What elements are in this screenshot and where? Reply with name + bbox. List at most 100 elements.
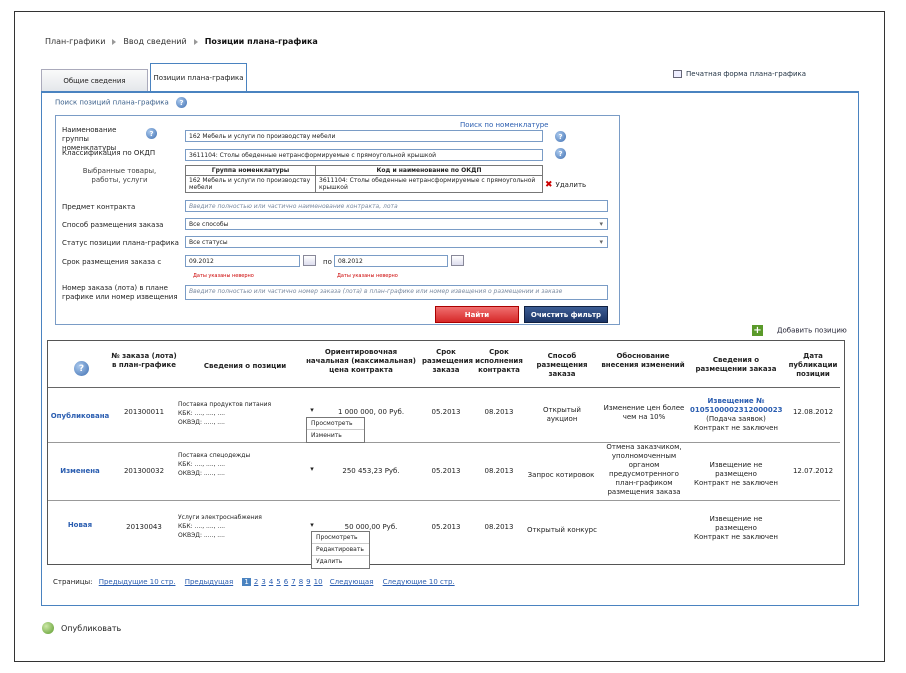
prev-link[interactable]: Предыдущая [185,578,233,586]
page-link[interactable]: 3 [261,578,265,586]
okdp-field[interactable]: 3611104: Столы обеденные нетрансформируе… [185,149,543,161]
row-context-menu: Просмотреть Редактировать Удалить [311,531,370,569]
row-date: 12.07.2012 [792,467,834,475]
calendar-icon[interactable] [303,255,316,266]
row-status[interactable]: Опубликована [50,412,110,421]
order-input[interactable]: Введите полностью или частично номер зак… [185,285,608,300]
status-label: Статус позиции плана-графика [62,239,179,247]
menu-item-edit[interactable]: Редактировать [312,544,369,556]
row-term: 05.2013 [431,408,461,416]
term-label: Срок размещения заказа с [62,258,162,266]
clear-filter-button[interactable]: Очистить фильтр [524,306,608,323]
next-10-link[interactable]: Следующие 10 стр. [383,578,455,586]
okdp-label: Классификация по ОКДП [62,149,156,157]
row-method: Открытый аукцион [543,406,581,423]
page-link[interactable]: 4 [269,578,273,586]
publish-button[interactable]: Опубликовать [42,622,121,634]
row-reason: Отмена заказчиком, уполномоченным органо… [606,443,682,496]
breadcrumb-item[interactable]: План-графики [45,37,105,46]
tab-general[interactable]: Общие сведения [41,69,148,92]
printer-icon [673,70,682,78]
column-header: Ориентировочная начальная (максимальная)… [306,348,416,374]
add-position-button[interactable]: + Добавить позицию [752,325,847,336]
row-menu-toggle[interactable]: ▾ [308,521,316,530]
method-label: Способ размещения заказа [62,221,164,229]
print-form-label: Печатная форма плана-графика [686,70,807,78]
chevron-right-icon [112,38,117,45]
row-placement: Извещение не размещено Контракт не заключ… [690,461,782,488]
help-icon[interactable]: ? [555,148,566,159]
term-from-input[interactable]: 09.2012 [185,255,300,267]
delete-label: Удалить [555,181,587,189]
pagination: Страницы: Предыдущие 10 стр. Предыдущая … [53,578,458,586]
menu-item-view[interactable]: Просмотреть [307,418,364,430]
row-divider [48,442,840,443]
selected-cell: 3611104: Столы обеденные нетрансформируе… [315,175,543,193]
selected-label: Выбранные товары, работы, услуги [82,167,157,184]
row-status[interactable]: Изменена [50,467,110,476]
order-label: Номер заказа (лота) в плане графике или … [62,284,178,301]
menu-item-view[interactable]: Просмотреть [312,532,369,544]
plus-icon: + [752,325,763,336]
find-button[interactable]: Найти [435,306,519,323]
selected-header: Код и наименование по ОКДП [315,165,543,176]
row-term: 05.2013 [431,523,461,531]
row-divider [48,500,840,501]
selected-header: Группа номенклатуры [185,165,316,176]
help-icon[interactable]: ? [74,361,89,376]
page-link[interactable]: 8 [299,578,303,586]
placement-line: Контракт не заключен [694,424,778,432]
placement-line: Извещение не размещено [709,461,763,478]
row-method: Запрос котировок [527,471,595,479]
menu-item-delete[interactable]: Удалить [312,556,369,568]
help-icon[interactable]: ? [176,97,188,108]
tab-positions[interactable]: Позиции плана-графика [150,63,247,92]
help-icon[interactable]: ? [146,128,157,139]
print-form-link[interactable]: Печатная форма плана-графика [673,70,806,78]
row-term: 05.2013 [431,467,461,475]
page-link[interactable]: 7 [291,578,295,586]
placement-line: (Подача заявок) [706,415,766,423]
page-link[interactable]: 5 [276,578,280,586]
page-link[interactable]: 9 [306,578,310,586]
row-info-okved: ОКВЭД: ....., .... [178,419,225,426]
menu-item-edit[interactable]: Изменить [307,430,364,442]
term-to-input[interactable]: 08.2012 [334,255,448,267]
column-header: Срок исполнения контракта [475,348,523,374]
row-exec: 08.2013 [484,523,514,531]
row-reason: Изменение цен более чем на 10% [603,404,685,421]
status-value: Все статусы [189,239,228,246]
next-link[interactable]: Следующая [330,578,374,586]
row-menu-toggle[interactable]: ▾ [308,465,316,474]
method-value: Все способы [189,221,229,228]
delete-selected-button[interactable]: ✖ Удалить [545,181,586,190]
date-error: Даты указаны неверно [337,273,398,279]
nomenclature-search-link[interactable]: Поиск по номенклатуре [460,121,548,130]
column-header: Срок размещения заказа [422,348,473,374]
status-select[interactable]: Все статусы [185,236,608,248]
help-icon[interactable]: ? [555,131,566,142]
group-field[interactable]: 162 Мебель и услуги по производству мебе… [185,130,543,142]
placement-line: Контракт не заключен [694,533,778,541]
page-link[interactable]: 10 [314,578,323,586]
pagination-label: Страницы: [53,578,93,586]
row-status[interactable]: Новая [50,521,110,530]
placement-link[interactable]: Извещение № 0105100002312000023 [690,397,783,415]
calendar-icon[interactable] [451,255,464,266]
add-position-label: Добавить позицию [777,326,847,335]
row-info-name: Услуги электроснабжения [178,514,262,521]
row-number: 20130043 [126,523,162,531]
breadcrumb-item[interactable]: Ввод сведений [123,37,186,46]
method-select[interactable]: Все способы [185,218,608,230]
subject-input[interactable]: Введите полностью или частично наименова… [185,200,608,212]
row-placement: Извещение № 0105100002312000023 (Подача з… [690,397,783,433]
breadcrumb-current: Позиции плана-графика [204,37,318,46]
page-link[interactable]: 2 [254,578,258,586]
page-link[interactable]: 6 [284,578,288,586]
row-info-okved: ОКВЭД: ....., .... [178,470,225,477]
prev-10-link[interactable]: Предыдущие 10 стр. [99,578,176,586]
column-header: Способ размещения заказа [536,352,588,378]
row-price: 1 000 000, 00 Руб. [337,408,405,416]
page-link-current[interactable]: 1 [242,578,251,586]
row-menu-toggle[interactable]: ▾ [308,406,316,415]
